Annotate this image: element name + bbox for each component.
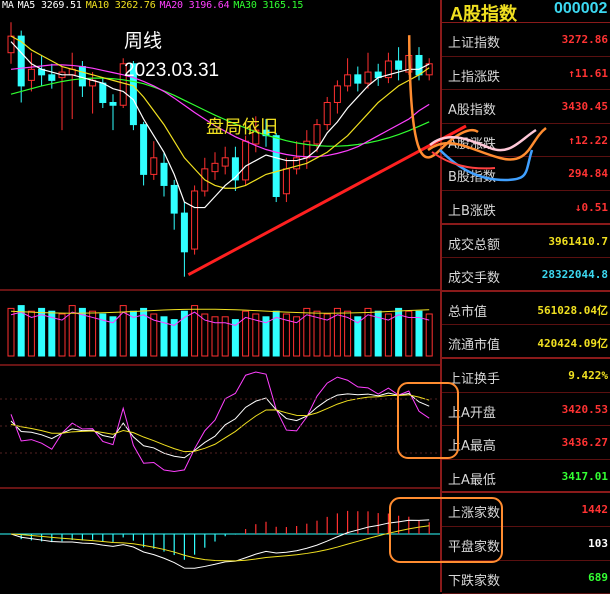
candle-body [355, 75, 361, 83]
candle-body [171, 185, 177, 213]
panel-row-label: 上A最高 [448, 435, 496, 454]
panel-row-label: 下跌家数 [448, 570, 500, 589]
panel-row-label: 上A开盘 [448, 402, 496, 421]
panel-row[interactable]: 总市值 561028.04亿 [442, 292, 610, 326]
panel-row-label: 总市值 [448, 301, 487, 320]
panel-row-value: 1442 [582, 503, 609, 516]
panel-row[interactable]: B股指数 294.84 [442, 157, 610, 191]
legend-ma: MA [2, 0, 14, 11]
candle-body [283, 169, 289, 194]
panel-row[interactable]: 上证指数 3272.86 [442, 23, 610, 57]
panel-row[interactable]: 成交总额 3961410.7 [442, 225, 610, 259]
panel-row[interactable]: 流通市值 420424.09亿 [442, 325, 610, 359]
panel-row-label: 上证指数 [448, 32, 500, 51]
panel-row-value: 3430.45 [562, 100, 608, 113]
panel-row-label: 上涨家数 [448, 502, 500, 521]
panel-row-label: 上证换手 [448, 368, 500, 387]
panel-row[interactable]: A股涨跌 ↑12.22 [442, 124, 610, 158]
panel-row-label: 成交手数 [448, 267, 500, 286]
panel-row[interactable]: A股指数 3430.45 [442, 90, 610, 124]
candle-body [345, 75, 351, 86]
panel-row-value: 420424.09亿 [537, 335, 608, 351]
candle-body [222, 158, 228, 166]
panel-row-label: A股指数 [448, 99, 496, 118]
panel-code: 000002 [554, 0, 607, 18]
panel-row-value: 103 [588, 537, 608, 550]
panel-row[interactable]: 上指涨跌 ↑11.61 [442, 57, 610, 91]
panel-row[interactable]: 上A最高 3436.27 [442, 426, 610, 460]
candle-body [192, 191, 198, 249]
panel-row-value: 3436.27 [562, 436, 608, 449]
kline-chart [0, 0, 440, 592]
panel-row[interactable]: 上A开盘 3420.53 [442, 393, 610, 427]
legend-ma10: MA10 3262.76 [86, 0, 156, 11]
panel-header: A股指数 000002 [442, 0, 610, 23]
candle-body [243, 141, 249, 180]
candle-body [141, 125, 147, 175]
candle-body [161, 163, 167, 185]
panel-row[interactable]: 上证换手 9.422% [442, 359, 610, 393]
candle-body [110, 102, 116, 105]
panel-row-label: B股指数 [448, 166, 496, 185]
panel-row-label: 上A最低 [448, 469, 496, 488]
kdj-d-line [11, 395, 429, 452]
candle-body [212, 163, 218, 171]
panel-row-value: 561028.04亿 [537, 302, 608, 318]
panel-row-label: 流通市值 [448, 334, 500, 353]
candle-body [28, 69, 34, 80]
macd-dea-line [11, 526, 429, 561]
panel-row-value: 3961410.7 [548, 235, 608, 248]
volume-bar [426, 314, 432, 356]
panel-row-label: 上B涨跌 [448, 200, 496, 219]
candle-body [79, 67, 85, 86]
panel-row[interactable]: 上涨家数 1442 [442, 493, 610, 527]
chart-area: MA MA5 3269.51 MA10 3262.76 MA20 3196.64MA3… [0, 0, 440, 592]
panel-row-value: 3420.53 [562, 403, 608, 416]
panel-row-label: 成交总额 [448, 234, 500, 253]
kdj-j-line [11, 372, 429, 471]
panel-row[interactable]: 上B涨跌 ↓0.51 [442, 191, 610, 225]
candle-body [314, 125, 320, 144]
panel-row-label: A股涨跌 [448, 133, 496, 152]
candle-body [334, 86, 340, 103]
panel-row-value: 3417.01 [562, 470, 608, 483]
panel-row-label: 上指涨跌 [448, 66, 500, 85]
candle-body [273, 136, 279, 197]
quote-panel: A股指数 000002 上证指数 3272.86 上指涨跌 ↑11.61 A股指数 343… [440, 0, 610, 592]
kdj-k-line [11, 393, 429, 458]
panel-row-value: ↓0.51 [575, 201, 608, 214]
candle-body [181, 213, 187, 252]
ma-legend: MA MA5 3269.51 MA10 3262.76 MA20 3196.64MA3… [2, 0, 307, 11]
legend-ma5: MA5 3269.51 [18, 0, 82, 11]
panel-row-value: ↑12.22 [568, 134, 608, 147]
panel-row-label: 平盘家数 [448, 536, 500, 555]
comment-label: 盘局依旧 [206, 113, 278, 139]
panel-row-value: 28322044.8 [542, 268, 608, 281]
candle-body [365, 72, 371, 83]
panel-row[interactable]: 下跌家数 689 [442, 561, 610, 594]
panel-row-value: 294.84 [568, 167, 608, 180]
panel-row-value: 3272.86 [562, 33, 608, 46]
legend-ma30: MA30 3165.15 [233, 0, 303, 11]
period-label: 周线 [124, 26, 162, 53]
panel-row-value: ↑11.61 [568, 67, 608, 80]
candle-body [416, 55, 422, 74]
candle-body [100, 83, 106, 102]
panel-row[interactable]: 成交手数 28322044.8 [442, 258, 610, 292]
date-label: 2023.03.31 [124, 60, 219, 82]
panel-row[interactable]: 平盘家数 103 [442, 527, 610, 561]
panel-row-value: 689 [588, 571, 608, 584]
candle-body [49, 75, 55, 81]
candle-body [396, 61, 402, 69]
legend-ma20: MA20 3196.64 [160, 0, 230, 11]
candle-body [324, 102, 330, 124]
panel-row[interactable]: 上A最低 3417.01 [442, 460, 610, 494]
panel-row-value: 9.422% [568, 369, 608, 382]
candle-body [151, 158, 157, 175]
panel-rows: 上证指数 3272.86 上指涨跌 ↑11.61 A股指数 3430.45 A股涨跌 ↑12.… [442, 23, 610, 594]
volume-bar [8, 308, 14, 356]
